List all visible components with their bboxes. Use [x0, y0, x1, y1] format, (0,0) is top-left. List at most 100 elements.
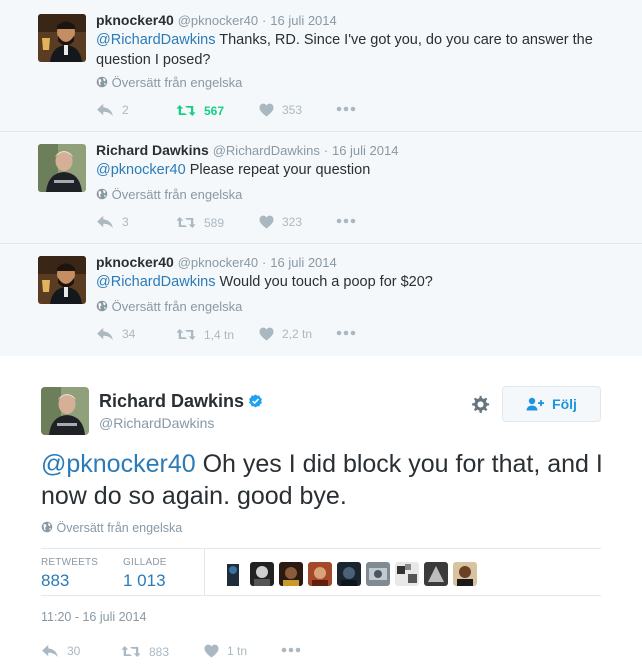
heart-icon [259, 103, 274, 117]
follow-button[interactable]: Följ [502, 386, 601, 422]
heart-icon [259, 327, 274, 341]
globe-icon [41, 521, 53, 533]
like-button[interactable]: 353 [259, 103, 302, 117]
author-handle[interactable]: @pknocker40 [178, 13, 258, 28]
translate-label: Översätt från engelska [111, 299, 243, 314]
author-handle[interactable]: @RichardDawkins [213, 143, 320, 158]
liker-avatar[interactable] [453, 562, 477, 586]
more-button[interactable] [336, 106, 356, 112]
mention-link[interactable]: @RichardDawkins [96, 274, 215, 290]
reply-count: 3 [122, 215, 129, 229]
tweet-body: Would you touch a poop for $20? [219, 274, 433, 290]
tweet-date[interactable]: 16 juli 2014 [270, 13, 337, 28]
reply-count: 30 [67, 644, 81, 658]
more-icon [281, 647, 301, 653]
like-count: 323 [282, 215, 303, 229]
like-button[interactable]: 2,2 tn [259, 327, 312, 341]
tweet-item[interactable]: pknocker40 @pknocker40 · 16 juli 2014 @R… [0, 0, 642, 132]
tweet-text: @RichardDawkins Would you touch a poop f… [96, 272, 616, 292]
tweet-item[interactable]: Richard Dawkins @RichardDawkins · 16 jul… [0, 132, 642, 244]
liker-avatar[interactable] [221, 562, 245, 586]
translate-link[interactable]: Översätt från engelska [96, 75, 242, 90]
like-count: 353 [282, 103, 303, 117]
avatar[interactable] [38, 14, 86, 62]
tweet-date[interactable]: 16 juli 2014 [270, 255, 337, 270]
tweet-body: Please repeat your question [189, 162, 371, 178]
author-handle[interactable]: @pknocker40 [178, 255, 258, 270]
retweets-stat[interactable]: RETWEETS 883 [41, 557, 98, 591]
tweet-header: Richard Dawkins @RichardDawkins · 16 jul… [96, 142, 398, 158]
separator-dot: · [262, 255, 267, 270]
translate-label: Översätt från engelska [56, 521, 183, 535]
follow-user-icon [526, 397, 545, 411]
verified-badge-icon [249, 394, 262, 408]
reply-button[interactable]: 30 [41, 644, 80, 658]
translate-link[interactable]: Översätt från engelska [96, 187, 242, 202]
retweet-button[interactable]: 567 [176, 103, 224, 118]
more-button[interactable] [336, 218, 356, 224]
globe-icon [96, 188, 108, 200]
conversation-thread: pknocker40 @pknocker40 · 16 juli 2014 @R… [0, 0, 642, 356]
reply-button[interactable]: 2 [96, 103, 129, 117]
gear-icon[interactable] [469, 394, 491, 416]
retweet-icon [176, 103, 196, 118]
retweet-button[interactable]: 883 [121, 644, 169, 659]
liker-avatar[interactable] [279, 562, 303, 586]
avatar[interactable] [38, 144, 86, 192]
author-name[interactable]: pknocker40 [96, 12, 174, 28]
translate-link[interactable]: Översätt från engelska [96, 299, 242, 314]
translate-link[interactable]: Översätt från engelska [41, 521, 182, 535]
liker-avatar[interactable] [337, 562, 361, 586]
tweet-stats: RETWEETS 883 GILLADE 1 013 [41, 548, 601, 596]
liker-avatar[interactable] [366, 562, 390, 586]
likes-label: GILLADE [123, 557, 167, 568]
more-icon [336, 218, 356, 224]
reply-button[interactable]: 3 [96, 215, 129, 229]
mention-link[interactable]: @pknocker40 [41, 450, 196, 478]
tweet-date[interactable]: 16 juli 2014 [332, 143, 399, 158]
translate-label: Översätt från engelska [111, 75, 243, 90]
retweet-icon [176, 327, 196, 342]
reply-icon [96, 327, 114, 341]
like-button[interactable]: 1 tn [204, 644, 247, 658]
reply-count: 34 [122, 327, 136, 341]
avatar[interactable] [41, 387, 89, 435]
retweet-button[interactable]: 589 [176, 215, 224, 230]
likes-stat[interactable]: GILLADE 1 013 [123, 557, 167, 591]
author-name[interactable]: Richard Dawkins [99, 391, 244, 412]
mention-link[interactable]: @pknocker40 [96, 162, 186, 178]
mention-link[interactable]: @RichardDawkins [96, 32, 215, 48]
like-count: 1 tn [227, 644, 248, 658]
reply-icon [41, 644, 59, 658]
liker-avatar[interactable] [395, 562, 419, 586]
like-count: 2,2 tn [282, 327, 313, 341]
tweet-text: @pknocker40 Please repeat your question [96, 160, 616, 180]
tweet-header: pknocker40 @pknocker40 · 16 juli 2014 [96, 12, 337, 28]
reply-button[interactable]: 34 [96, 327, 135, 341]
author-name[interactable]: pknocker40 [96, 254, 174, 270]
like-button[interactable]: 323 [259, 215, 302, 229]
tweet-timestamp[interactable]: 11:20 - 16 juli 2014 [41, 610, 146, 624]
more-button[interactable] [281, 647, 301, 653]
avatar[interactable] [38, 256, 86, 304]
translate-label: Översätt från engelska [111, 187, 243, 202]
liker-avatar[interactable] [424, 562, 448, 586]
stats-divider [204, 549, 205, 595]
tweet-text: @RichardDawkins Thanks, RD. Since I've g… [96, 30, 616, 70]
retweet-button[interactable]: 1,4 tn [176, 327, 234, 342]
tweet-item[interactable]: pknocker40 @pknocker40 · 16 juli 2014 @R… [0, 244, 642, 356]
retweets-label: RETWEETS [41, 557, 99, 568]
separator-dot: · [262, 13, 267, 28]
retweet-icon [121, 644, 141, 659]
author-name[interactable]: Richard Dawkins [96, 142, 209, 158]
liker-avatar[interactable] [250, 562, 274, 586]
reply-icon [96, 103, 114, 117]
separator-dot: · [323, 143, 329, 158]
retweets-value: 883 [41, 571, 70, 590]
author-handle[interactable]: @RichardDawkins [99, 415, 214, 431]
globe-icon [96, 300, 108, 312]
retweet-count: 567 [204, 103, 225, 118]
likes-value: 1 013 [123, 571, 166, 590]
more-button[interactable] [336, 330, 356, 336]
liker-avatar[interactable] [308, 562, 332, 586]
